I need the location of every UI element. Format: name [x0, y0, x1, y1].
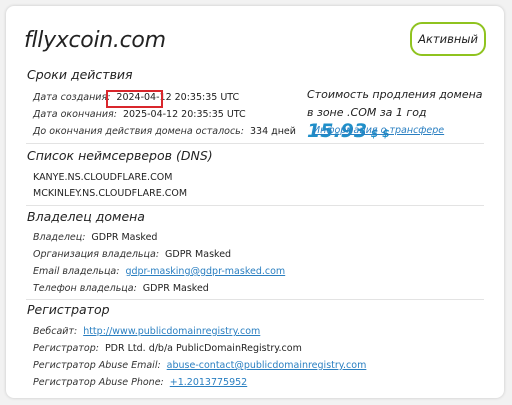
abuse-email-link[interactable]: abuse-contact@publicdomainregistry.com [167, 360, 367, 371]
remaining-value: 334 дней [249, 126, 296, 137]
owner-email-link[interactable]: gdpr-masking@gdpr-masked.com [125, 266, 285, 277]
abuse-phone-row: Регистратор Abuse Phone: +1.2013775952 [33, 377, 247, 388]
nameserver-2: MCKINLEY.NS.CLOUDFLARE.COM [33, 188, 188, 199]
transfer-info-link[interactable]: Информация о трансфере [313, 125, 444, 136]
owner-phone-row: Телефон владельца: GDPR Masked [33, 283, 209, 294]
org-row: Организация владельца: GDPR Masked [33, 249, 231, 260]
owner-value: GDPR Masked [91, 232, 158, 243]
org-label: Организация владельца: [33, 249, 160, 260]
expires-row: Дата окончания: 2025-04-12 20:35:35 UTC [33, 109, 246, 120]
created-date-highlight [106, 90, 163, 108]
abuse-email-row: Регистратор Abuse Email: abuse-contact@p… [33, 360, 366, 371]
dns-title: Список неймсерверов (DNS) [27, 148, 213, 163]
validity-title: Сроки действия [27, 67, 133, 82]
registrar-site-label: Вебсайт: [33, 326, 78, 337]
expires-label: Дата окончания: [33, 109, 117, 120]
abuse-phone-link[interactable]: +1.2013775952 [170, 377, 247, 388]
renewal-text: Стоимость продления домена в зоне .COM з… [307, 88, 483, 119]
registrar-name-label: Регистратор: [33, 343, 99, 354]
divider [26, 299, 484, 300]
domain-title: fllyxcoin.com [24, 28, 166, 53]
divider [26, 205, 484, 206]
registrar-site-row: Вебсайт: http://www.publicdomainregistry… [33, 326, 260, 337]
remaining-label: До окончания действия домена осталось: [33, 126, 244, 137]
registrar-title: Регистратор [27, 302, 110, 317]
created-label: Дата создания: [33, 92, 111, 103]
owner-phone-value: GDPR Masked [142, 283, 209, 294]
registrar-name-row: Регистратор: PDR Ltd. d/b/a PublicDomain… [33, 343, 302, 354]
owner-email-label: Email владельца: [33, 266, 120, 277]
status-badge: Активный [410, 22, 486, 56]
registrar-site-link[interactable]: http://www.publicdomainregistry.com [83, 326, 260, 337]
owner-label: Владелец: [33, 232, 86, 243]
org-value: GDPR Masked [165, 249, 232, 260]
remaining-row: До окончания действия домена осталось: 3… [33, 126, 296, 137]
divider [26, 143, 484, 144]
registrar-name-value: PDR Ltd. d/b/a PublicDomainRegistry.com [104, 343, 302, 354]
owner-title: Владелец домена [27, 209, 145, 224]
whois-card: fllyxcoin.com Активный Сроки действия Да… [6, 6, 504, 398]
nameserver-1: KANYE.NS.CLOUDFLARE.COM [33, 172, 173, 183]
owner-email-row: Email владельца: gdpr-masking@gdpr-maske… [33, 266, 285, 277]
abuse-email-label: Регистратор Abuse Email: [33, 360, 161, 371]
owner-phone-label: Телефон владельца: [33, 283, 137, 294]
expires-value: 2025-04-12 20:35:35 UTC [122, 109, 246, 120]
abuse-phone-label: Регистратор Abuse Phone: [33, 377, 164, 388]
owner-row: Владелец: GDPR Masked [33, 232, 157, 243]
